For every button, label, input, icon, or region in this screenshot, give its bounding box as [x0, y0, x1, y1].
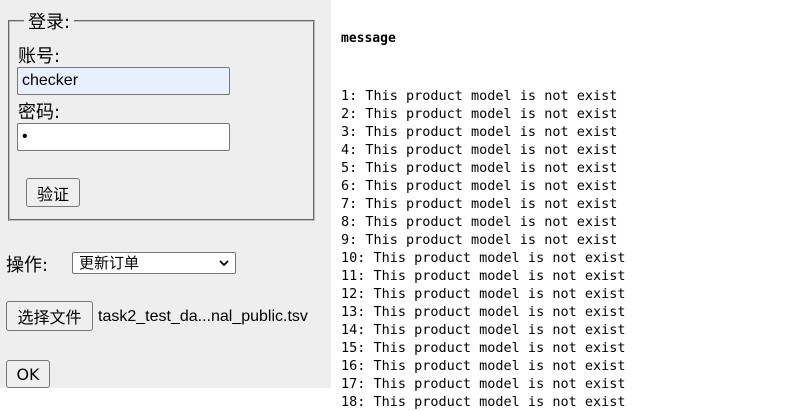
- message-line: 8: This product model is not exist: [341, 214, 618, 230]
- message-line: 5: This product model is not exist: [341, 160, 618, 176]
- message-line: 1: This product model is not exist: [341, 88, 618, 104]
- message-line: 9: This product model is not exist: [341, 232, 618, 248]
- login-legend: 登录:: [28, 12, 71, 33]
- verify-button[interactable]: 验证: [26, 178, 80, 207]
- message-area: message 1: This product model is not exi…: [341, 30, 781, 411]
- message-title: message: [341, 31, 396, 46]
- message-line: 12: This product model is not exist: [341, 286, 626, 302]
- message-line: 10: This product model is not exist: [341, 250, 626, 266]
- message-line: 18: This product model is not exist: [341, 394, 626, 410]
- password-input[interactable]: [17, 123, 230, 151]
- operation-select-value: 更新订单: [79, 254, 140, 272]
- message-line: 17: This product model is not exist: [341, 376, 626, 392]
- ok-button[interactable]: OK: [6, 360, 50, 388]
- message-line: 14: This product model is not exist: [341, 322, 626, 338]
- message-line: 11: This product model is not exist: [341, 268, 626, 284]
- account-input[interactable]: [17, 67, 230, 95]
- file-name-label: task2_test_da...nal_public.tsv: [98, 308, 308, 325]
- operation-select[interactable]: 更新订单: [72, 252, 236, 274]
- operation-label: 操作:: [6, 255, 49, 276]
- choose-file-button[interactable]: 选择文件: [6, 301, 93, 331]
- message-line: 7: This product model is not exist: [341, 196, 618, 212]
- message-line: 16: This product model is not exist: [341, 358, 626, 374]
- message-line: 2: This product model is not exist: [341, 106, 618, 122]
- message-line: 15: This product model is not exist: [341, 340, 626, 356]
- account-label: 账号:: [18, 46, 61, 67]
- message-line: 13: This product model is not exist: [341, 304, 626, 320]
- message-line: 3: This product model is not exist: [341, 124, 618, 140]
- password-label: 密码:: [18, 102, 61, 123]
- message-lines: 1: This product model is not exist 2: Thi…: [341, 87, 781, 411]
- chevron-down-icon: [219, 260, 229, 267]
- message-line: 4: This product model is not exist: [341, 142, 618, 158]
- left-panel: 登录: 账号: 密码: 验证 操作: 更新订单 选择文件 task2_test_…: [0, 0, 331, 388]
- message-line: 6: This product model is not exist: [341, 178, 618, 194]
